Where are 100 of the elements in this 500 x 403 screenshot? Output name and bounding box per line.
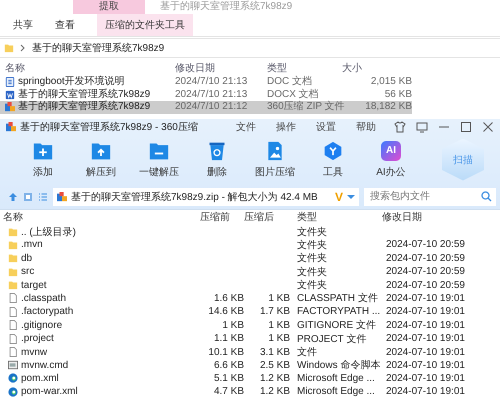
toolbar-button[interactable]: 一键解压 [130, 140, 188, 178]
file-name: 基于的聊天室管理系统7k98z9 [18, 101, 150, 114]
original-size: 4.7 KB [214, 386, 244, 398]
menu-item[interactable]: 文件 [228, 120, 264, 134]
file-name[interactable]: .project [21, 333, 54, 344]
file-date: 2024-07-10 20:59 [386, 239, 465, 250]
file-size: 18,182 KB [365, 101, 412, 114]
menu-item[interactable]: 操作 [268, 120, 304, 134]
column-header[interactable]: 类型 [267, 60, 342, 74]
window-title: 基于的聊天室管理系统7k98z9 [160, 0, 292, 14]
file-type: FACTORYPATH ... [297, 306, 380, 318]
file-date: 2024-07-10 20:59 [386, 280, 465, 291]
toolbar-button[interactable]: 解压到 [72, 140, 130, 178]
file-date: 2024/7/10 21:12 [175, 101, 248, 114]
file-date: 2024-07-10 20:59 [386, 266, 465, 278]
file-row[interactable]: springboot开发环境说明 2024/7/10 21:13 DOC 文档 2,015 KB [0, 76, 412, 88]
window-title: 基于的聊天室管理系统7k98z9 - 360压缩 [20, 120, 198, 134]
path-field[interactable]: 基于的聊天室管理系统7k98z9.zip - 解包大小为 42.4 MB V [53, 188, 359, 206]
file-type: 文件夹 [297, 266, 327, 279]
toolbar-button[interactable]: 添加 [14, 140, 72, 178]
compressed-size: 1 KB [268, 292, 290, 304]
file-name[interactable]: src [21, 266, 34, 278]
file-date: 2024-07-10 19:01 [386, 386, 465, 398]
file-name: 基于的聊天室管理系统7k98z9 [18, 88, 150, 100]
toolbar-button[interactable]: 图片压缩 [246, 140, 304, 178]
original-size: 1.6 KB [214, 292, 244, 304]
menu-item[interactable]: 设置 [308, 120, 344, 134]
file-type: Microsoft Edge ... [297, 372, 375, 384]
file-name[interactable]: .classpath [21, 292, 66, 304]
original-size: 10.1 KB [208, 346, 244, 358]
file-date: 2024-07-10 19:01 [386, 320, 465, 331]
column-header[interactable]: 压缩前 [200, 210, 244, 224]
column-header[interactable]: 压缩后 [244, 210, 290, 224]
file-date: 2024-07-10 19:01 [386, 292, 465, 304]
column-header[interactable]: 类型 [290, 210, 382, 224]
ai-icon: AI [381, 140, 401, 160]
file-date: 2024-07-10 20:59 [386, 252, 465, 264]
compressed-size: 1.2 KB [260, 386, 290, 398]
file-type: 360压缩 ZIP 文件 [267, 101, 342, 114]
toolbar-button[interactable]: AI AI办公 [362, 140, 420, 178]
file-type: 文件夹 [297, 278, 327, 292]
file-date: 2024/7/10 21:13 [175, 88, 248, 101]
column-header[interactable]: 修改日期 [175, 60, 267, 74]
file-type: Windows 命令脚本 [297, 358, 380, 372]
compressed-size: 1 KB [268, 320, 290, 331]
toolbar-button[interactable]: 工具 [304, 140, 362, 178]
compressed-size: 2.5 KB [260, 360, 290, 371]
original-size: 5.1 KB [214, 372, 244, 384]
search-input[interactable]: 搜索包内文件 [368, 190, 472, 203]
ribbon-tab[interactable]: 共享 [3, 14, 43, 36]
ribbon-tab[interactable]: 查看 [45, 14, 85, 36]
column-header[interactable]: 名称 [3, 210, 200, 224]
toolbar-button[interactable]: 删除 [188, 140, 246, 178]
file-type: GITIGNORE 文件 [297, 318, 376, 332]
file-type: PROJECT 文件 [297, 332, 366, 346]
file-type: DOC 文档 [267, 76, 313, 88]
file-name[interactable]: .mvn [21, 239, 43, 250]
file-row[interactable]: 基于的聊天室管理系统7k98z9 2024/7/10 21:13 DOCX 文档 56 KB [0, 88, 412, 101]
compressed-size: 3.1 KB [260, 346, 290, 358]
file-name[interactable]: pom-war.xml [21, 386, 78, 398]
original-size: 1 KB [222, 320, 244, 331]
compressed-size: 1 KB [268, 333, 290, 344]
file-type: 文件夹 [297, 238, 327, 252]
breadcrumb[interactable]: 基于的聊天室管理系统7k98z9 [32, 41, 164, 55]
file-date: 2024-07-10 19:01 [386, 360, 465, 371]
column-header[interactable]: 名称 [5, 60, 175, 74]
original-size: 1.1 KB [214, 333, 244, 344]
file-type: 文件 [297, 346, 317, 360]
compressed-size: 1.2 KB [260, 372, 290, 384]
file-name[interactable]: .. (上级目录) [21, 224, 76, 238]
file-name[interactable]: mvnw.cmd [21, 360, 68, 371]
compressed-size: 1.7 KB [260, 306, 290, 318]
context-tab-label[interactable]: 提取 [73, 0, 145, 14]
column-header[interactable]: 大小 [342, 60, 412, 74]
file-row[interactable]: 基于的聊天室管理系统7k98z9 2024/7/10 21:12 360压缩 ZIP 文件 18,182 KB [0, 101, 412, 114]
file-type: CLASSPATH 文件 [297, 292, 378, 306]
file-type: DOCX 文档 [267, 88, 320, 100]
file-name: springboot开发环境说明 [18, 76, 125, 88]
file-type: Microsoft Edge ... [297, 386, 375, 398]
file-size: 2,015 KB [370, 76, 412, 88]
file-date: 2024-07-10 19:01 [386, 306, 465, 318]
file-name[interactable]: .gitignore [21, 320, 62, 331]
file-type: 文件夹 [297, 252, 327, 266]
file-type: 文件夹 [297, 226, 327, 238]
file-name[interactable]: .factorypath [21, 306, 74, 318]
file-name[interactable]: mvnw [21, 346, 48, 358]
file-name[interactable]: pom.xml [21, 372, 59, 384]
file-size: 56 KB [384, 88, 412, 101]
ribbon-tab[interactable]: 压缩的文件夹工具 [97, 14, 193, 36]
file-name[interactable]: target [21, 280, 47, 291]
menu-item[interactable]: 帮助 [348, 120, 384, 134]
original-size: 14.6 KB [208, 306, 244, 318]
original-size: 6.6 KB [214, 360, 244, 371]
file-name[interactable]: db [21, 252, 32, 264]
file-date: 2024/7/10 21:13 [175, 76, 248, 88]
file-date: 2024-07-10 19:01 [386, 346, 465, 358]
search-field[interactable]: 搜索包内文件 [364, 188, 496, 206]
file-date: 2024-07-10 19:01 [386, 372, 465, 384]
column-header[interactable]: 修改日期 [382, 210, 472, 224]
file-date: 2024-07-10 19:01 [386, 333, 465, 344]
